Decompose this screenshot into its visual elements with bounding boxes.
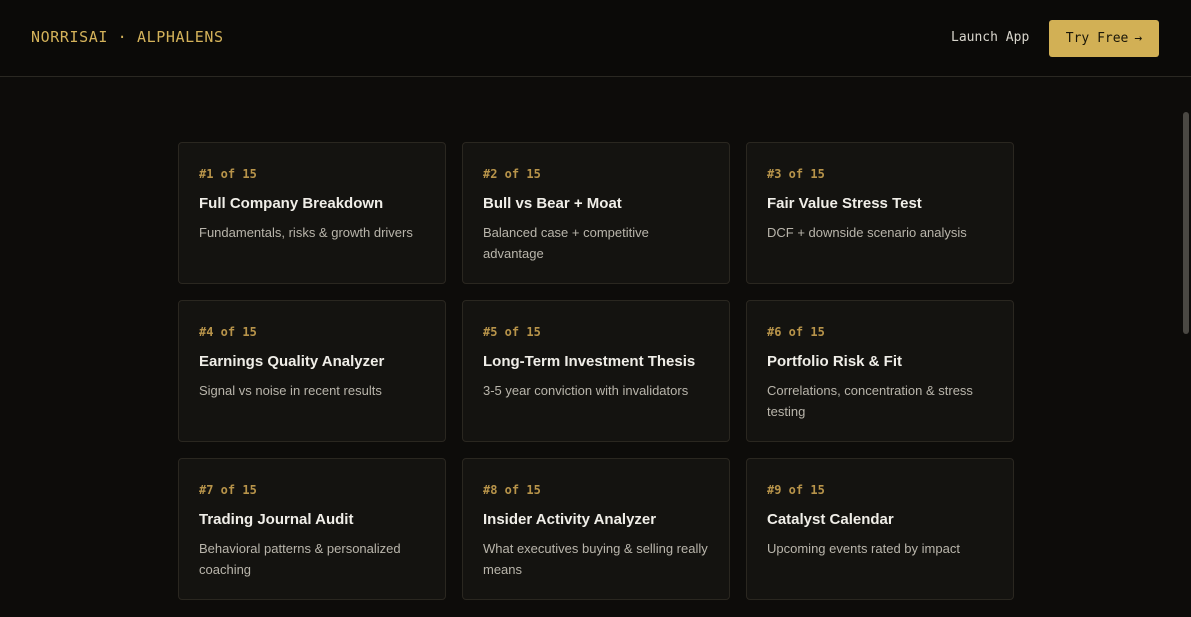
card-title: Earnings Quality Analyzer	[199, 353, 385, 370]
card-title: Trading Journal Audit	[199, 511, 354, 528]
prompt-card[interactable]: #7 of 15 Trading Journal Audit Behaviora…	[178, 458, 446, 600]
card-description: Signal vs noise in recent results	[199, 383, 382, 398]
card-description: Behavioral patterns & personalized coach…	[199, 541, 401, 577]
card-description: Upcoming events rated by impact	[767, 541, 960, 556]
card-rank: #6 of 15	[767, 325, 825, 339]
prompt-card[interactable]: #1 of 15 Full Company Breakdown Fundamen…	[178, 142, 446, 284]
card-title: Portfolio Risk & Fit	[767, 353, 902, 370]
card-title: Long-Term Investment Thesis	[483, 353, 696, 370]
page-scrollbar-thumb[interactable]	[1183, 112, 1189, 334]
top-navigation-bar: NORRISAI · ALPHALENS Launch App Try Free…	[0, 0, 1191, 77]
card-description: What executives buying & selling really …	[483, 541, 708, 577]
card-title: Insider Activity Analyzer	[483, 511, 657, 528]
prompt-card[interactable]: #2 of 15 Bull vs Bear + Moat Balanced ca…	[462, 142, 730, 284]
card-description: 3-5 year conviction with invalidators	[483, 383, 689, 398]
card-title: Catalyst Calendar	[767, 511, 894, 528]
card-rank: #9 of 15	[767, 483, 825, 497]
prompt-card-grid: #1 of 15 Full Company Breakdown Fundamen…	[178, 142, 1014, 600]
card-description: Balanced case + competitive advantage	[483, 225, 649, 261]
card-rank: #1 of 15	[199, 167, 257, 181]
card-title: Bull vs Bear + Moat	[483, 195, 622, 212]
card-rank: #5 of 15	[483, 325, 541, 339]
prompt-card[interactable]: #4 of 15 Earnings Quality Analyzer Signa…	[178, 300, 446, 442]
card-rank: #8 of 15	[483, 483, 541, 497]
brand-logo-text[interactable]: NORRISAI · ALPHALENS	[31, 28, 224, 46]
try-free-label: Try Free	[1065, 31, 1129, 46]
card-rank: #4 of 15	[199, 325, 257, 339]
prompt-card[interactable]: #9 of 15 Catalyst Calendar Upcoming even…	[746, 458, 1014, 600]
try-free-button[interactable]: Try Free →	[1049, 20, 1159, 57]
prompt-card[interactable]: #3 of 15 Fair Value Stress Test DCF + do…	[746, 142, 1014, 284]
card-description: DCF + downside scenario analysis	[767, 225, 967, 240]
card-rank: #2 of 15	[483, 167, 541, 181]
card-title: Fair Value Stress Test	[767, 195, 922, 212]
launch-app-link[interactable]: Launch App	[951, 30, 1029, 45]
prompt-card[interactable]: #8 of 15 Insider Activity Analyzer What …	[462, 458, 730, 600]
card-rank: #3 of 15	[767, 167, 825, 181]
card-title: Full Company Breakdown	[199, 195, 384, 212]
card-rank: #7 of 15	[199, 483, 257, 497]
card-description: Fundamentals, risks & growth drivers	[199, 225, 413, 240]
prompt-card[interactable]: #5 of 15 Long-Term Investment Thesis 3-5…	[462, 300, 730, 442]
prompt-card[interactable]: #6 of 15 Portfolio Risk & Fit Correlatio…	[746, 300, 1014, 442]
card-description: Correlations, concentration & stress tes…	[767, 383, 973, 419]
arrow-right-icon: →	[1134, 31, 1143, 46]
